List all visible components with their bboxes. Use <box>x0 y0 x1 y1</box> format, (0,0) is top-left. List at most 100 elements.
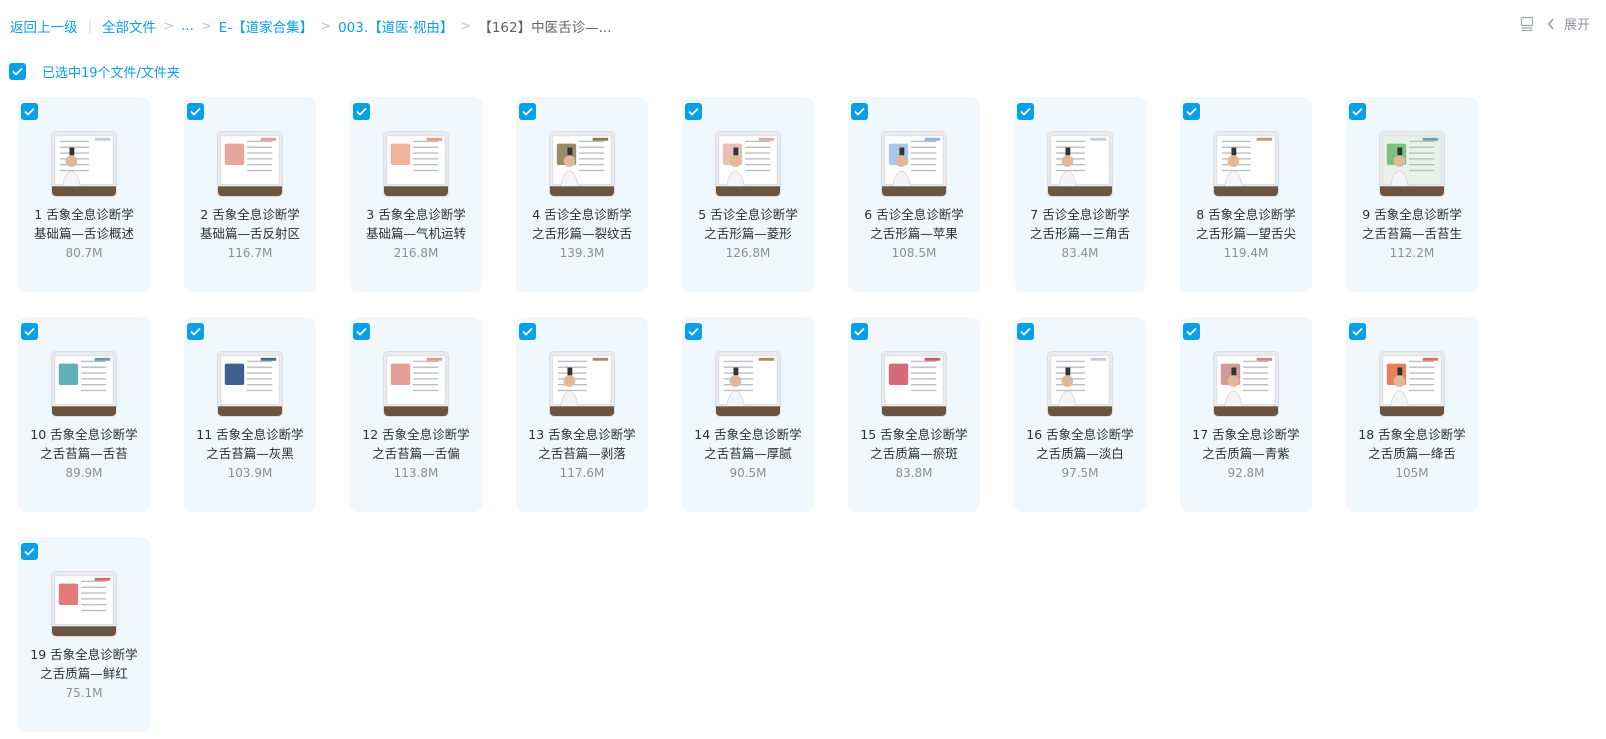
chevron-left-icon <box>1546 17 1556 31</box>
breadcrumb-level1[interactable]: E-【道家合集】 <box>219 16 313 36</box>
file-name: 3 舌象全息诊断学 基础篇—气机运转 <box>365 207 466 241</box>
selection-count: 已选中19个文件/文件夹 <box>42 66 180 81</box>
file-card[interactable]: 6 舌诊全息诊断学 之舌形篇—苹果 108.5M <box>848 97 980 292</box>
file-size: 92.8M <box>1227 466 1265 480</box>
file-grid: 1 舌象全息诊断学 基础篇—舌诊概述 80.7M 2 舌象全息诊断学 基础篇—舌反射… <box>18 97 1498 732</box>
file-checkbox[interactable] <box>1183 323 1200 340</box>
file-checkbox[interactable] <box>1349 323 1366 340</box>
file-name: 2 舌象全息诊断学 基础篇—舌反射区 <box>199 207 300 241</box>
file-name: 10 舌象全息诊断学 之舌苔篇—舌苔 <box>30 427 138 461</box>
video-thumbnail <box>51 351 117 417</box>
breadcrumb-ellipsis[interactable]: ... <box>181 18 194 34</box>
file-name: 16 舌象全息诊断学 之舌质篇—淡白 <box>1026 427 1134 461</box>
video-thumbnail <box>715 131 781 197</box>
expand-button[interactable]: 展开 <box>1546 14 1590 33</box>
video-thumbnail <box>51 131 117 197</box>
file-card[interactable]: 13 舌象全息诊断学 之舌苔篇—剥落 117.6M <box>516 317 648 512</box>
file-name: 8 舌象全息诊断学 之舌形篇—望舌尖 <box>1195 207 1296 241</box>
checkmark-icon <box>522 327 533 336</box>
select-all-checkbox[interactable] <box>9 63 26 80</box>
video-thumbnail <box>1047 351 1113 417</box>
breadcrumb-separator: > <box>320 18 332 34</box>
file-size: 126.8M <box>725 246 771 260</box>
file-card[interactable]: 5 舌诊全息诊断学 之舌形篇—菱形 126.8M <box>682 97 814 292</box>
file-checkbox[interactable] <box>851 323 868 340</box>
checkmark-icon <box>356 107 367 116</box>
file-checkbox[interactable] <box>1183 103 1200 120</box>
file-size: 112.2M <box>1389 246 1435 260</box>
file-checkbox[interactable] <box>519 103 536 120</box>
checkmark-icon <box>522 107 533 116</box>
top-right-tools: 展开 <box>1520 14 1590 33</box>
file-checkbox[interactable] <box>187 323 204 340</box>
file-size: 216.8M <box>393 246 439 260</box>
file-card[interactable]: 4 舌诊全息诊断学 之舌形篇—裂纹舌 139.3M <box>516 97 648 292</box>
file-name: 18 舌象全息诊断学 之舌质篇—绛舌 <box>1358 427 1466 461</box>
file-size: 90.5M <box>729 466 767 480</box>
file-name: 6 舌诊全息诊断学 之舌形篇—苹果 <box>864 207 964 241</box>
checkmark-icon <box>1186 327 1197 336</box>
file-name: 19 舌象全息诊断学 之舌质篇—鲜红 <box>30 647 138 681</box>
file-size: 103.9M <box>227 466 273 480</box>
breadcrumb-level2[interactable]: 003.【道医·视由】 <box>338 16 453 36</box>
file-card[interactable]: 10 舌象全息诊断学 之舌苔篇—舌苔 89.9M <box>18 317 150 512</box>
checkmark-icon <box>12 67 23 76</box>
file-card[interactable]: 9 舌象全息诊断学 之舌苔篇—舌苔生 112.2M <box>1346 97 1478 292</box>
file-name: 7 舌诊全息诊断学 之舌形篇—三角舌 <box>1029 207 1130 241</box>
file-card[interactable]: 18 舌象全息诊断学 之舌质篇—绛舌 105M <box>1346 317 1478 512</box>
back-link[interactable]: 返回上一级 <box>10 16 78 36</box>
breadcrumb-separator: > <box>163 18 174 34</box>
file-name: 9 舌象全息诊断学 之舌苔篇—舌苔生 <box>1361 207 1462 241</box>
video-thumbnail <box>1213 351 1279 417</box>
file-card[interactable]: 17 舌象全息诊断学 之舌质篇—青紫 92.8M <box>1180 317 1312 512</box>
file-checkbox[interactable] <box>851 103 868 120</box>
file-checkbox[interactable] <box>21 543 38 560</box>
file-name: 11 舌象全息诊断学 之舌苔篇—灰黑 <box>196 427 304 461</box>
video-thumbnail <box>383 351 449 417</box>
file-checkbox[interactable] <box>187 103 204 120</box>
video-thumbnail <box>1379 351 1445 417</box>
file-card[interactable]: 8 舌象全息诊断学 之舌形篇—望舌尖 119.4M <box>1180 97 1312 292</box>
file-checkbox[interactable] <box>685 103 702 120</box>
expand-label: 展开 <box>1563 18 1590 33</box>
select-all-row: 已选中19个文件/文件夹 <box>9 62 180 81</box>
file-checkbox[interactable] <box>1017 323 1034 340</box>
list-view-icon[interactable] <box>1520 16 1534 32</box>
checkmark-icon <box>190 107 201 116</box>
file-card[interactable]: 15 舌象全息诊断学 之舌质篇—瘀斑 83.8M <box>848 317 980 512</box>
file-size: 75.1M <box>65 686 103 700</box>
breadcrumb-all-files[interactable]: 全部文件 <box>102 16 156 36</box>
file-size: 80.7M <box>65 246 103 260</box>
file-checkbox[interactable] <box>1017 103 1034 120</box>
breadcrumb-separator: > <box>460 18 472 34</box>
file-size: 119.4M <box>1223 246 1269 260</box>
video-thumbnail <box>549 131 615 197</box>
file-checkbox[interactable] <box>353 103 370 120</box>
file-card[interactable]: 12 舌象全息诊断学 之舌苔篇—舌偏 113.8M <box>350 317 482 512</box>
file-checkbox[interactable] <box>21 103 38 120</box>
file-size: 83.4M <box>1061 246 1099 260</box>
file-checkbox[interactable] <box>685 323 702 340</box>
file-checkbox[interactable] <box>519 323 536 340</box>
checkmark-icon <box>1352 107 1363 116</box>
file-size: 97.5M <box>1061 466 1099 480</box>
file-card[interactable]: 3 舌象全息诊断学 基础篇—气机运转 216.8M <box>350 97 482 292</box>
video-thumbnail <box>383 131 449 197</box>
file-card[interactable]: 19 舌象全息诊断学 之舌质篇—鲜红 75.1M <box>18 537 150 732</box>
file-card[interactable]: 16 舌象全息诊断学 之舌质篇—淡白 97.5M <box>1014 317 1146 512</box>
file-checkbox[interactable] <box>353 323 370 340</box>
file-size: 116.7M <box>227 246 273 260</box>
file-card[interactable]: 1 舌象全息诊断学 基础篇—舌诊概述 80.7M <box>18 97 150 292</box>
file-card[interactable]: 2 舌象全息诊断学 基础篇—舌反射区 116.7M <box>184 97 316 292</box>
file-size: 83.8M <box>895 466 933 480</box>
file-size: 89.9M <box>65 466 103 480</box>
checkmark-icon <box>854 327 865 336</box>
file-card[interactable]: 11 舌象全息诊断学 之舌苔篇—灰黑 103.9M <box>184 317 316 512</box>
file-card[interactable]: 14 舌象全息诊断学 之舌苔篇—厚腻 90.5M <box>682 317 814 512</box>
checkmark-icon <box>1352 327 1363 336</box>
checkmark-icon <box>24 327 35 336</box>
file-card[interactable]: 7 舌诊全息诊断学 之舌形篇—三角舌 83.4M <box>1014 97 1146 292</box>
file-checkbox[interactable] <box>1349 103 1366 120</box>
file-checkbox[interactable] <box>21 323 38 340</box>
video-thumbnail <box>1379 131 1445 197</box>
